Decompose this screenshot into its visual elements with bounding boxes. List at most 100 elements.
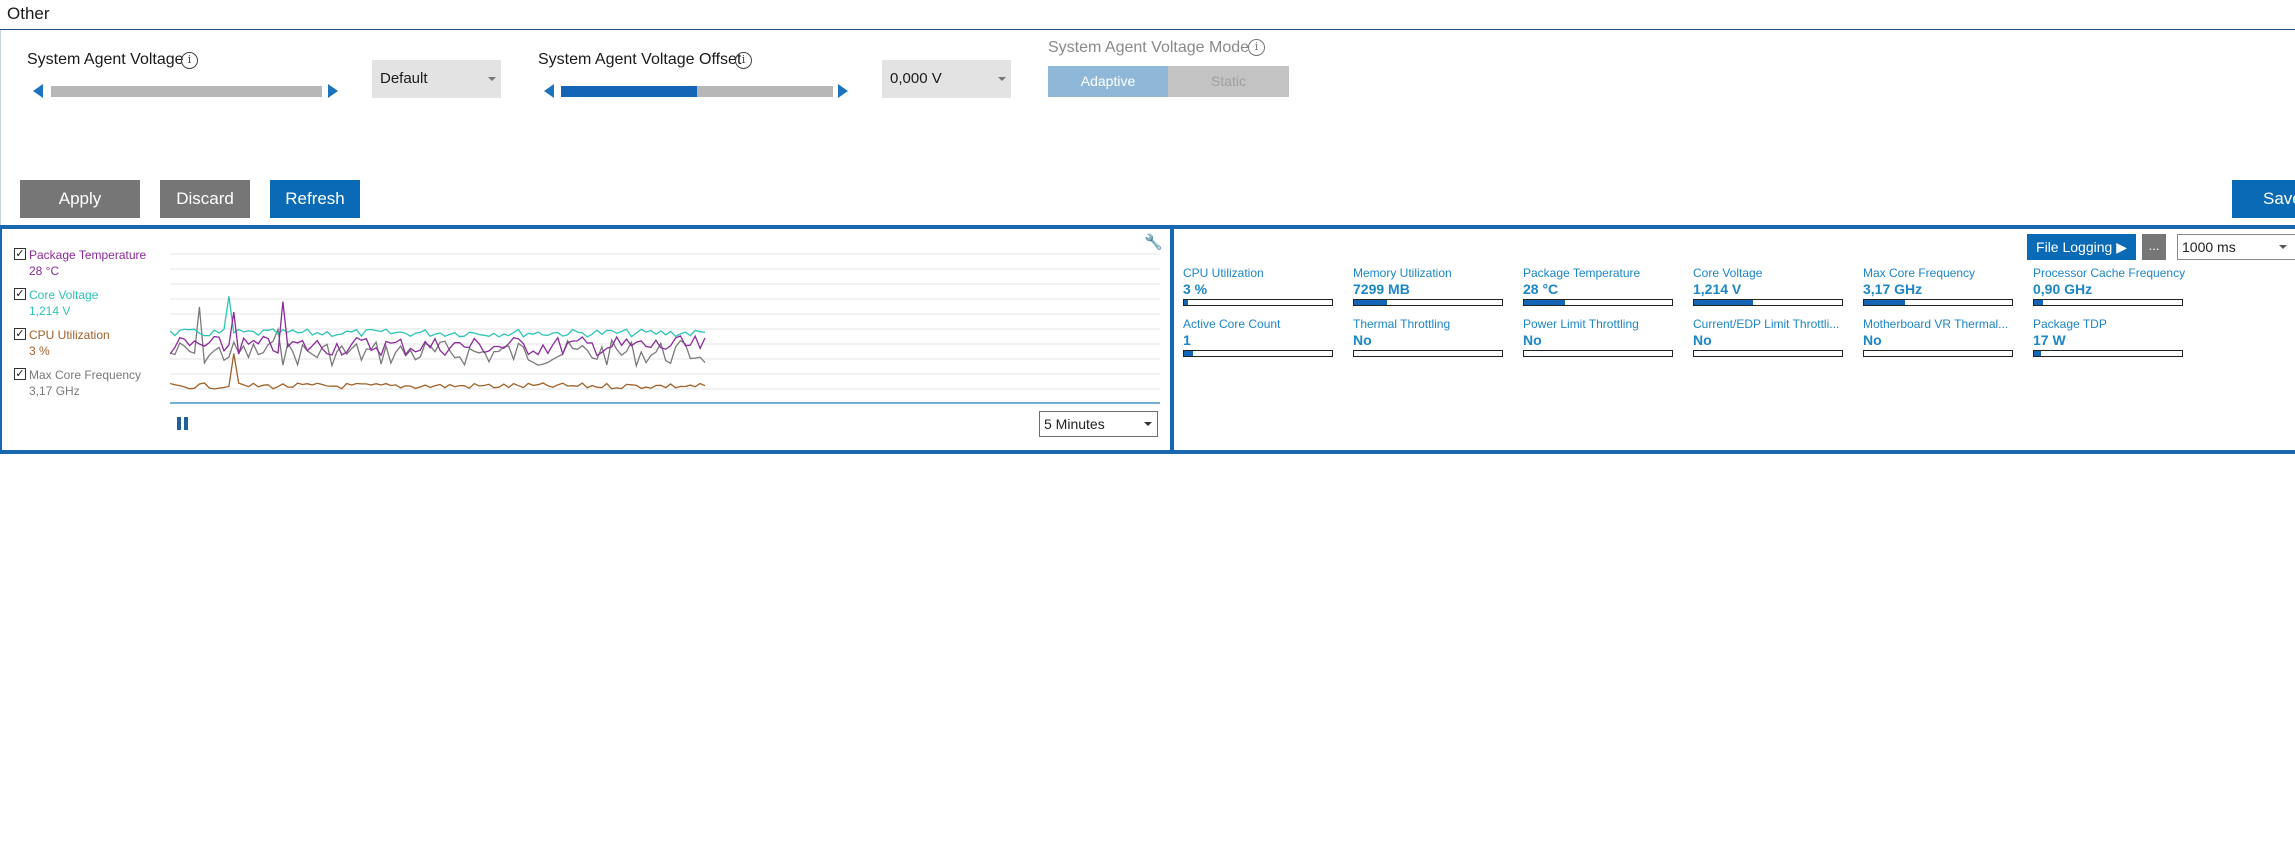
more-options-button[interactable]: ...: [2142, 234, 2166, 260]
metric-label: Processor Cache Frequency: [2033, 266, 2185, 280]
polling-interval-value: 1000 ms: [2182, 239, 2236, 255]
metric-tile: CPU Utilization 3 %: [1183, 266, 1335, 306]
info-icon[interactable]: i: [1248, 39, 1265, 56]
system-agent-voltage-offset-increase-arrow-icon[interactable]: [838, 84, 848, 98]
apply-button[interactable]: Apply: [20, 180, 140, 218]
system-agent-voltage-increase-arrow-icon[interactable]: [328, 84, 338, 98]
metric-value: No: [1863, 332, 1882, 348]
metric-bar: [2033, 299, 2183, 306]
system-agent-voltage-offset-slider-fill: [561, 86, 697, 97]
checkbox-checked-icon[interactable]: ✓: [14, 248, 26, 260]
metric-bar: [1353, 299, 1503, 306]
metric-label: Max Core Frequency: [1863, 266, 1976, 280]
system-agent-voltage-offset-slider[interactable]: [561, 86, 833, 97]
metric-value: 3,17 GHz: [1863, 281, 1923, 297]
legend-item-value: 1,214 V: [29, 304, 71, 318]
metric-value: 3 %: [1183, 281, 1208, 297]
metric-label: Memory Utilization: [1353, 266, 1452, 280]
header-divider: [0, 29, 2295, 30]
monitor-panel-left-border: [0, 229, 2, 450]
metric-value: 28 °C: [1523, 281, 1559, 297]
system-agent-voltage-label: System Agent Voltage: [27, 51, 184, 68]
polling-interval-select[interactable]: 1000 ms: [2177, 234, 2295, 260]
system-agent-voltage-select[interactable]: Default: [372, 60, 501, 98]
metric-value: 1: [1183, 332, 1191, 348]
metric-bar: [1863, 350, 2013, 357]
mode-static-button[interactable]: Static: [1168, 66, 1289, 97]
metric-label: Power Limit Throttling: [1523, 317, 1639, 331]
legend-item-name: Core Voltage: [29, 288, 99, 302]
graph-grid: [170, 253, 1160, 390]
metric-bar: [1523, 299, 1673, 306]
chevron-down-icon: [998, 77, 1006, 81]
checkbox-checked-icon[interactable]: ✓: [14, 368, 26, 380]
time-range-select[interactable]: 5 Minutes: [1039, 411, 1158, 437]
legend-item-value: 3,17 GHz: [29, 384, 80, 398]
system-agent-voltage-decrease-arrow-icon[interactable]: [33, 84, 43, 98]
system-agent-voltage-offset-select[interactable]: 0,000 V: [882, 60, 1011, 98]
metric-value: No: [1523, 332, 1542, 348]
checkbox-checked-icon[interactable]: ✓: [14, 288, 26, 300]
system-agent-voltage-select-value: Default: [380, 70, 428, 87]
legend-item[interactable]: ✓ Max Core Frequency 3,17 GHz: [14, 368, 141, 398]
chevron-down-icon: [1144, 422, 1152, 426]
legend-item-value: 3 %: [29, 344, 50, 358]
refresh-button[interactable]: Refresh: [270, 180, 360, 218]
system-agent-voltage-slider[interactable]: [51, 86, 322, 97]
mode-adaptive-button[interactable]: Adaptive: [1048, 66, 1168, 97]
metric-value: 7299 MB: [1353, 281, 1410, 297]
core-voltage-line: [170, 296, 706, 338]
metric-tile: Memory Utilization 7299 MB: [1353, 266, 1505, 306]
metric-tile: Motherboard VR Thermal... No: [1863, 317, 2015, 357]
metric-value: 17 W: [2033, 332, 2066, 348]
system-agent-voltage-mode-label: System Agent Voltage Mode: [1048, 39, 1250, 56]
live-graph: [170, 253, 1160, 404]
metric-bar: [1183, 350, 1333, 357]
system-agent-voltage-offset-decrease-arrow-icon[interactable]: [544, 84, 554, 98]
system-agent-voltage-offset-select-value: 0,000 V: [890, 70, 942, 87]
metric-bar: [1183, 299, 1333, 306]
info-icon[interactable]: i: [735, 52, 752, 69]
metric-value: 1,214 V: [1693, 281, 1742, 297]
metric-tile: Power Limit Throttling No: [1523, 317, 1675, 357]
metric-bar: [1353, 350, 1503, 357]
save-button[interactable]: Save: [2232, 180, 2295, 218]
metric-tile: Max Core Frequency 3,17 GHz: [1863, 266, 2015, 306]
metric-label: Active Core Count: [1183, 317, 1281, 331]
pause-icon[interactable]: [177, 417, 190, 430]
info-icon[interactable]: i: [181, 52, 198, 69]
metric-tile: Core Voltage 1,214 V: [1693, 266, 1845, 306]
metric-bar: [1523, 350, 1673, 357]
legend-item[interactable]: ✓ Core Voltage 1,214 V: [14, 288, 98, 318]
metric-value: 0,90 GHz: [2033, 281, 2093, 297]
graph-lines: [170, 296, 706, 390]
legend-item[interactable]: ✓ Package Temperature 28 °C: [14, 248, 146, 278]
metric-label: Package Temperature: [1523, 266, 1641, 280]
metric-bar: [1693, 350, 1843, 357]
metric-label: CPU Utilization: [1183, 266, 1264, 280]
discard-button[interactable]: Discard: [160, 180, 250, 218]
left-edge-divider: [0, 30, 1, 226]
metric-tile: Processor Cache Frequency 0,90 GHz: [2033, 266, 2185, 306]
metric-bar: [1863, 299, 2013, 306]
chevron-down-icon: [2279, 245, 2287, 249]
metric-label: Motherboard VR Thermal...: [1863, 317, 2009, 331]
legend-item-name: Package Temperature: [29, 248, 147, 262]
metric-tile: Package TDP 17 W: [2033, 317, 2185, 357]
metric-tile: Package Temperature 28 °C: [1523, 266, 1675, 306]
monitor-panel-top-border: [0, 225, 2295, 229]
file-logging-button[interactable]: File Logging ▶: [2027, 234, 2136, 260]
legend-item[interactable]: ✓ CPU Utilization 3 %: [14, 328, 110, 358]
metric-label: Package TDP: [2033, 317, 2107, 331]
system-agent-voltage-offset-label: System Agent Voltage Offset: [538, 51, 742, 68]
legend-item-name: Max Core Frequency: [29, 368, 142, 382]
metric-bar: [2033, 350, 2183, 357]
metric-tile: Thermal Throttling No: [1353, 317, 1505, 357]
metric-label: Core Voltage: [1693, 266, 1763, 280]
monitor-panel-divider: [1170, 229, 1174, 450]
section-title: Other: [7, 4, 50, 23]
max-core-frequency-line: [170, 306, 706, 369]
checkbox-checked-icon[interactable]: ✓: [14, 328, 26, 340]
legend-item-value: 28 °C: [29, 264, 60, 278]
metric-value: No: [1353, 332, 1372, 348]
